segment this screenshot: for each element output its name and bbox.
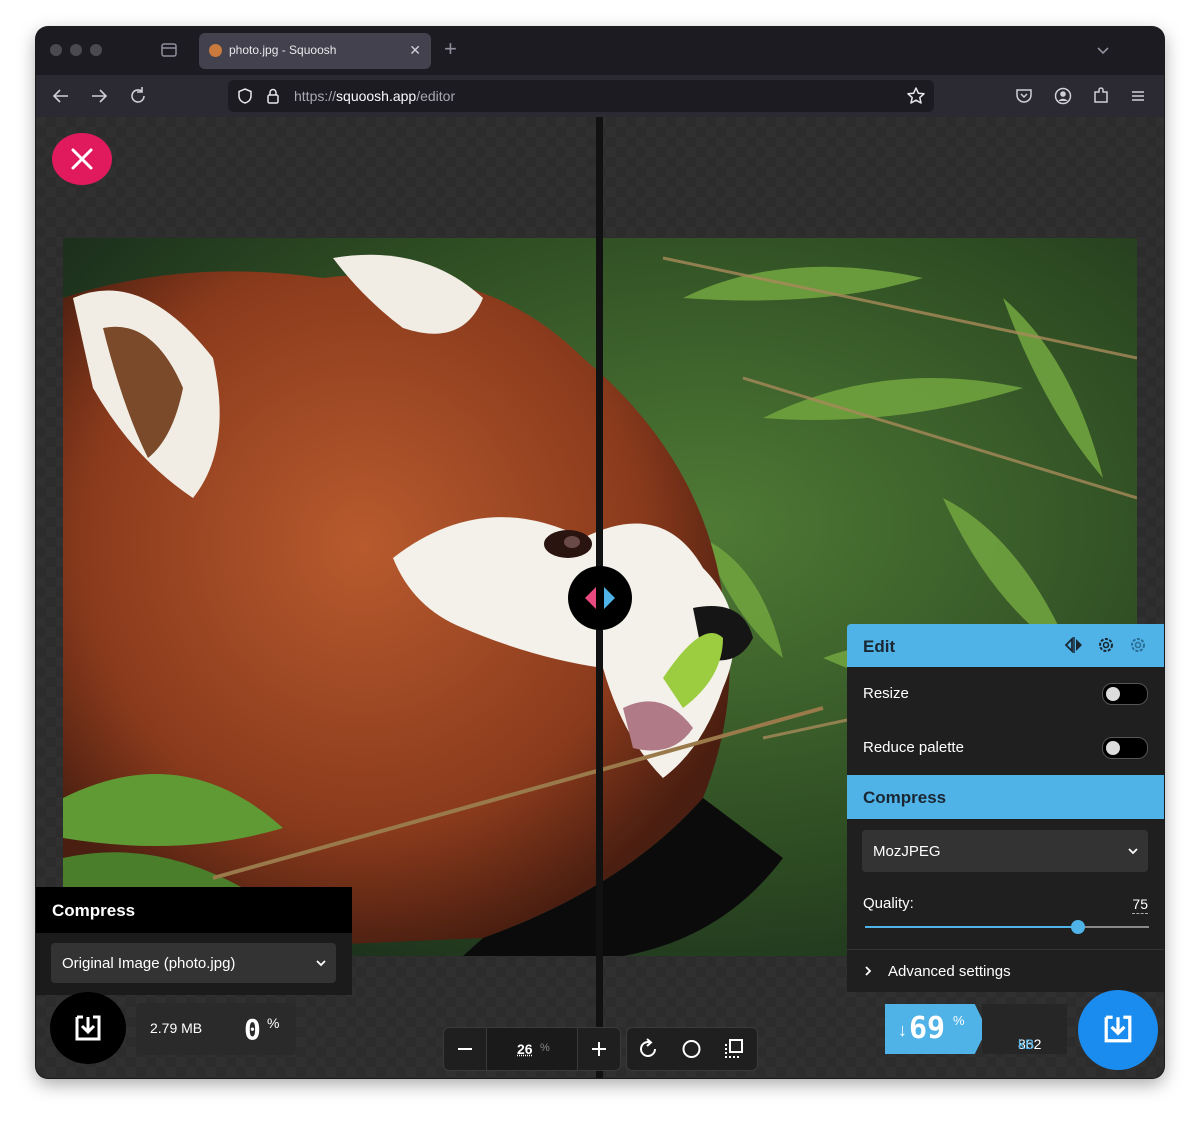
quality-slider[interactable]	[865, 920, 1149, 934]
original-percent: 0	[244, 1013, 261, 1046]
resize-toggle-knob	[1106, 687, 1120, 701]
forward-icon[interactable]	[86, 83, 112, 109]
download-result-button[interactable]	[1078, 990, 1158, 1070]
result-size: 862 kB	[982, 1004, 1067, 1054]
lock-icon[interactable]	[264, 87, 282, 105]
quality-slider-thumb[interactable]	[1071, 920, 1085, 934]
left-codec-select[interactable]: Original Image (photo.jpg)	[51, 943, 336, 983]
import-settings-icon[interactable]	[1128, 635, 1148, 655]
reload-icon[interactable]	[125, 83, 151, 109]
browser-tab[interactable]: photo.jpg - Squoosh ✕	[199, 33, 431, 69]
browser-window: photo.jpg - Squoosh ✕ + https://squoosh.…	[36, 27, 1164, 1078]
crop-icon[interactable]	[713, 1028, 756, 1070]
reduce-palette-label: Reduce palette	[863, 739, 964, 756]
edit-title: Edit	[863, 637, 896, 656]
download-icon	[75, 1015, 101, 1041]
zoom-value: 26	[517, 1041, 533, 1057]
shield-icon[interactable]	[236, 87, 254, 105]
right-compress-title: Compress	[863, 788, 947, 807]
advanced-settings-label: Advanced settings	[888, 963, 1011, 980]
resize-label: Resize	[863, 685, 909, 702]
zoom-controls: 26 %	[443, 1027, 621, 1071]
tab-title: photo.jpg - Squoosh	[229, 43, 337, 57]
window-zoom-dot[interactable]	[90, 44, 102, 56]
chevron-right-icon	[865, 966, 872, 976]
compare-toggle-icon[interactable]	[1064, 635, 1084, 655]
result-stats: ↓ 69 % 862 kB	[885, 1004, 1067, 1054]
back-icon[interactable]	[48, 83, 74, 109]
reduce-palette-row[interactable]: Reduce palette	[847, 721, 1164, 776]
compare-icon	[585, 587, 615, 609]
comparison-handle[interactable]	[568, 566, 632, 630]
rotate-icon[interactable]	[627, 1028, 670, 1070]
edit-header: Edit	[847, 624, 1164, 667]
quality-label: Quality:	[863, 895, 914, 912]
editor-viewport[interactable]: Compress Original Image (photo.jpg) 2.79…	[36, 117, 1164, 1078]
codec-select[interactable]: MozJPEG	[862, 830, 1148, 872]
resize-row[interactable]: Resize	[847, 667, 1164, 722]
left-codec-value: Original Image (photo.jpg)	[62, 955, 236, 972]
left-compress-title: Compress	[52, 901, 136, 920]
savings-badge: ↓ 69 %	[885, 1004, 987, 1054]
resize-toggle[interactable]	[1102, 683, 1148, 705]
favicon-icon	[209, 44, 222, 57]
extensions-icon[interactable]	[1088, 83, 1114, 109]
savings-percent: 69	[909, 1011, 946, 1046]
url-text[interactable]: https://squoosh.app/editor	[294, 88, 455, 104]
savings-percent-symbol: %	[953, 1013, 965, 1028]
original-stats: 2.79 MB 0 %	[136, 1003, 296, 1055]
zoom-unit: %	[540, 1042, 550, 1054]
left-compress-header: Compress	[36, 887, 352, 933]
star-icon[interactable]	[906, 86, 926, 106]
circle-icon[interactable]	[670, 1028, 713, 1070]
close-button[interactable]	[52, 133, 112, 185]
left-compress-panel: Original Image (photo.jpg)	[36, 933, 352, 995]
chevron-down-icon	[1128, 848, 1138, 855]
close-icon	[71, 148, 93, 170]
download-original-button[interactable]	[50, 992, 126, 1064]
url-bar[interactable]: https://squoosh.app/editor	[228, 80, 934, 112]
zoom-out-button[interactable]	[444, 1028, 486, 1070]
tab-close-icon[interactable]: ✕	[409, 42, 421, 58]
savings-arrow: ↓	[898, 1020, 907, 1040]
download-icon	[1104, 1015, 1132, 1043]
original-size: 2.79 MB	[150, 1020, 203, 1036]
quality-input[interactable]: 75	[1132, 896, 1148, 914]
codec-value: MozJPEG	[873, 843, 941, 860]
nav-bar: https://squoosh.app/editor	[36, 75, 1164, 117]
original-percent-symbol: %	[267, 1015, 280, 1031]
window-close-dot[interactable]	[50, 44, 62, 56]
advanced-settings-row[interactable]: Advanced settings	[847, 949, 1164, 993]
reduce-palette-toggle[interactable]	[1102, 737, 1148, 759]
right-compress-header: Compress	[847, 775, 1164, 819]
quality-slider-fill	[865, 926, 1078, 928]
settings-icon[interactable]	[1096, 635, 1116, 655]
new-tab-icon[interactable]: +	[444, 37, 457, 61]
zoom-in-button[interactable]	[578, 1028, 620, 1070]
right-compress-panel: MozJPEG Quality: 75 Advanced settings	[847, 819, 1164, 992]
pocket-icon[interactable]	[1011, 83, 1037, 109]
account-icon[interactable]	[1050, 83, 1076, 109]
window-minimize-dot[interactable]	[70, 44, 82, 56]
tab-list-icon[interactable]	[1094, 41, 1112, 59]
tab-overview-icon[interactable]	[160, 41, 178, 59]
zoom-value-field[interactable]: 26 %	[486, 1028, 578, 1070]
view-toolbar	[626, 1027, 758, 1071]
tab-bar: photo.jpg - Squoosh ✕ +	[36, 27, 1164, 75]
menu-icon[interactable]	[1125, 83, 1151, 109]
chevron-down-icon	[316, 960, 326, 967]
reduce-palette-toggle-knob	[1106, 741, 1120, 755]
